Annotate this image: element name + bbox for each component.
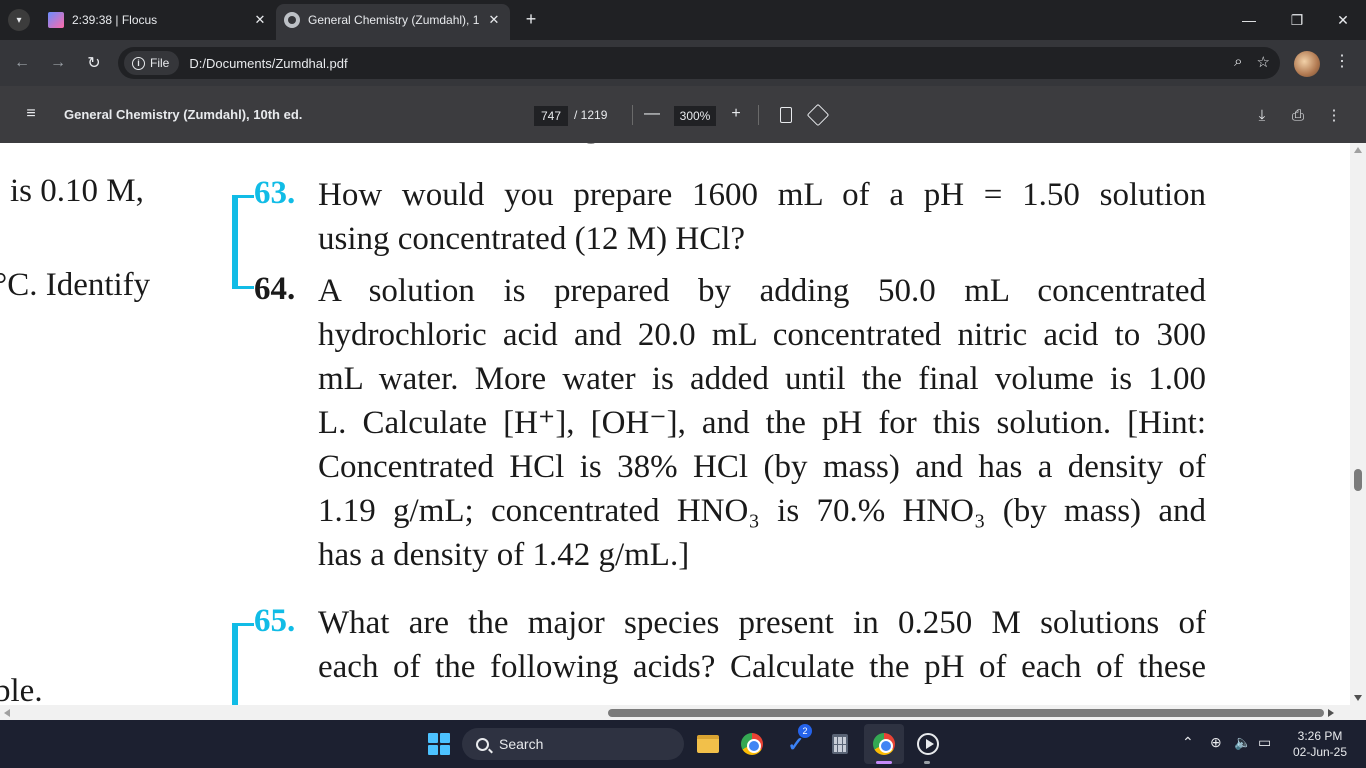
horizontal-scrollbar[interactable] [0,705,1366,720]
browser-toolbar: ← → ↻ i File D:/Documents/Zumdhal.pdf ⌕ … [0,40,1366,86]
scroll-left-arrow-icon[interactable] [4,709,10,717]
question-line: L. Calculate [H⁺], [OH⁻], and the pH for… [318,405,1206,441]
new-tab-button[interactable]: + [520,8,542,30]
flocus-favicon-icon [48,12,64,28]
tab-close-icon[interactable]: ✕ [250,12,270,28]
question-line: Concentrated HCl is 38% HCl (by mass) an… [318,449,1206,485]
page-number-input[interactable] [534,106,568,126]
active-indicator [876,761,892,764]
download-icon[interactable]: ⤓ [1252,105,1272,125]
media-player-icon[interactable] [916,732,940,756]
page-total: / 1219 [574,108,608,122]
restore-button[interactable]: ❐ [1284,8,1310,32]
divider [632,105,633,125]
zoom-level-input[interactable] [674,106,716,126]
tab-strip: ▾ 2:39:38 | Flocus ✕ General Chemistry (… [0,0,1366,40]
info-icon: i [132,56,145,70]
margin-text: is 0.10 M, [10,173,144,209]
tab-title: 2:39:38 | Flocus [72,13,158,27]
browser-menu-icon[interactable]: ⋮ [1334,51,1350,71]
scheme-label: File [150,56,170,70]
back-arrow-icon[interactable]: ← [10,51,34,75]
clock-time: 3:26 PM [1297,729,1343,743]
divider [758,105,759,125]
horizontal-scroll-thumb[interactable] [608,709,1324,717]
notification-badge: 2 [798,724,812,738]
highlight-bracket [232,195,254,289]
question-line: each of the following acids? Calculate t… [318,649,1206,685]
question-line: mL water. More water is added until the … [318,361,1206,397]
url-text[interactable]: D:/Documents/Zumdhal.pdf [189,56,347,71]
address-bar[interactable]: i File D:/Documents/Zumdhal.pdf ⌕ ☆ [118,47,1280,79]
tab-general-chemistry[interactable]: General Chemistry (Zumdahl), 1 ✕ [276,4,510,40]
question-line: hydrochloric acid and 20.0 mL concentrat… [318,317,1206,353]
tray-overflow-chevron-icon[interactable]: ⌃ [1182,734,1194,751]
zoom-in-button[interactable]: + [726,103,746,125]
battery-icon[interactable]: ▭ [1258,734,1271,751]
search-icon [476,737,489,751]
profile-avatar[interactable] [1294,51,1320,77]
vertical-scroll-thumb[interactable] [1354,469,1362,491]
vertical-scrollbar[interactable] [1350,143,1366,705]
question-line: using concentrated (12 M) HCl? [318,221,746,257]
bookmark-star-icon[interactable]: ☆ [1257,53,1270,71]
pdf-page: ⌣ ˈ is 0.10 M, °C. Identify ble. 63. How… [0,143,1350,709]
question-number: 63. [254,175,296,211]
tab-search-button[interactable]: ▾ [8,9,30,31]
reload-icon[interactable]: ↻ [82,51,106,75]
question-number: 65. [254,603,296,639]
calculator-icon[interactable] [828,732,852,756]
volume-muted-icon[interactable]: 🔈 [1234,734,1251,751]
document-title: General Chemistry (Zumdahl), 10th ed. [64,107,303,122]
globe-favicon-icon [284,12,300,28]
tab-close-icon[interactable]: ✕ [484,12,504,28]
pdf-toolbar: ≡ General Chemistry (Zumdahl), 10th ed. … [0,86,1366,143]
zoom-magnifier-icon[interactable]: ⌕ [1234,53,1242,71]
system-clock[interactable]: 3:26 PM 02-Jun-25 [1288,728,1352,760]
question-line: has a density of 1.42 g/mL.] [318,537,690,573]
question-number: 64. [254,271,296,307]
running-indicator [924,761,930,764]
question-line: What are the major species present in 0.… [318,605,1206,641]
question-line: 1.19 g/mL; concentrated HNO₃ is 70.% HNO… [318,493,1206,529]
question-line: How would you prepare 1600 mL of a pH = … [318,177,1206,213]
file-explorer-icon[interactable] [696,732,720,756]
tab-flocus[interactable]: 2:39:38 | Flocus ✕ [40,6,276,34]
pdf-viewport[interactable]: ⌣ ˈ is 0.10 M, °C. Identify ble. 63. How… [0,143,1366,720]
scroll-up-arrow-icon[interactable] [1354,147,1362,153]
taskbar-search[interactable]: Search [462,728,684,760]
chrome-profile-icon[interactable] [872,732,896,756]
fit-to-page-icon[interactable] [776,105,796,125]
network-globe-icon[interactable]: ⊕ [1210,734,1222,751]
search-label: Search [499,736,544,752]
chrome-icon[interactable] [740,732,764,756]
highlight-bracket [232,623,254,705]
rotate-icon[interactable] [806,103,830,127]
taskbar: Search ✓ 2 ⌃ ⊕ 🔈 ▭ 3:26 PM 02-Jun-25 [0,720,1366,768]
clock-date: 02-Jun-25 [1292,745,1348,759]
cropped-text-fragment: ⌣ ˈ [580,143,621,158]
margin-text: °C. Identify [0,267,151,303]
minimize-button[interactable]: — [1236,8,1262,32]
site-info-chip[interactable]: i File [124,51,180,75]
zoom-out-button[interactable]: — [642,103,662,125]
sidebar-menu-icon[interactable]: ≡ [22,105,40,123]
windows-start-icon[interactable] [428,733,450,755]
print-icon[interactable]: ⎙ [1288,105,1308,125]
window-close-button[interactable]: ✕ [1330,8,1356,32]
todo-app-icon[interactable]: ✓ 2 [784,724,812,756]
forward-arrow-icon[interactable]: → [46,51,70,75]
more-actions-icon[interactable]: ⋮ [1324,105,1344,125]
tab-title: General Chemistry (Zumdahl), 1 [308,13,480,27]
question-line: A solution is prepared by adding 50.0 mL… [318,273,1206,309]
scroll-down-arrow-icon[interactable] [1354,695,1362,701]
scroll-right-arrow-icon[interactable] [1328,709,1334,717]
